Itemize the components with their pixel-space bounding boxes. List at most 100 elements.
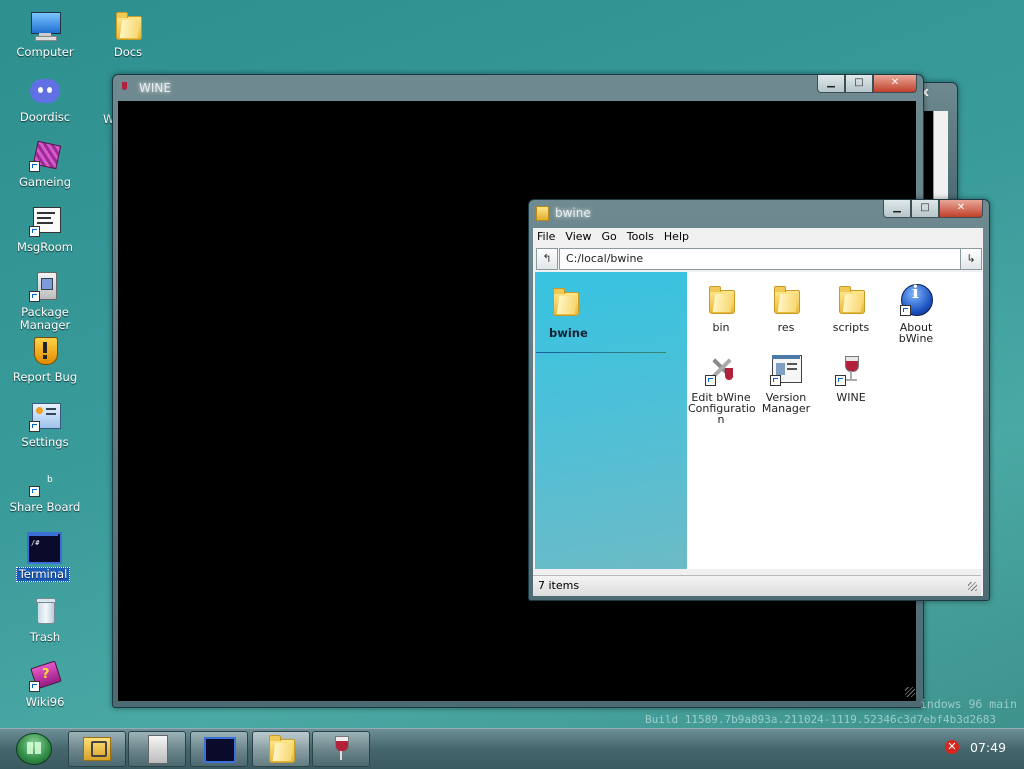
desktop-icon-doordisc[interactable]: Doordisc — [5, 75, 85, 124]
back-button[interactable]: ↰ — [536, 248, 558, 270]
close-button[interactable]: ✕ — [873, 75, 917, 93]
desktop-icon-settings[interactable]: Settings — [5, 400, 85, 449]
go-icon: ↳ — [966, 252, 976, 265]
minimize-button[interactable]: ▁ — [883, 200, 911, 218]
file-item-label: About bWine — [898, 321, 934, 345]
folder-icon — [705, 284, 737, 316]
desktop-icon-label: MsgRoom — [17, 240, 73, 254]
folder-icon — [265, 733, 297, 765]
minimize-button[interactable]: ▁ — [817, 75, 845, 93]
desktop-icon-label: Settings — [21, 435, 69, 449]
desktop-icon-label: Package Manager — [19, 305, 71, 332]
settings-panel-icon — [29, 400, 61, 432]
file-item-scripts[interactable]: scripts — [818, 284, 884, 333]
file-item-label: bin — [712, 321, 730, 334]
taskbar-button-package-manager[interactable] — [68, 731, 126, 767]
file-item-label: scripts — [832, 321, 870, 334]
taskbar-button-package[interactable] — [128, 731, 186, 767]
status-text: 7 items — [538, 579, 580, 592]
maximize-icon: □ — [854, 77, 864, 88]
desktop-icon-label: Computer — [16, 45, 74, 59]
share-icon: b — [29, 465, 61, 497]
terminal-icon — [204, 737, 236, 763]
desktop-icon-msgroom[interactable]: MsgRoom — [5, 205, 85, 254]
menu-view[interactable]: View — [561, 229, 597, 245]
desktop-icon-label: Trash — [29, 630, 61, 644]
trash-icon — [29, 595, 61, 627]
file-item-wine[interactable]: WINE — [818, 354, 884, 403]
desktop-icon-report-bug[interactable]: Report Bug — [5, 335, 85, 384]
menu-help[interactable]: Help — [660, 229, 695, 245]
wine-titlebar[interactable]: WINE ▁ □ ✕ — [113, 75, 923, 99]
tools-icon — [705, 354, 737, 386]
menu-bar: File View Go Tools Help — [533, 229, 981, 245]
desktop-icon-label: Docs — [113, 45, 143, 59]
desktop-icon-terminal[interactable]: /# Terminal — [3, 531, 83, 582]
address-bar[interactable]: C:/local/bwine — [559, 248, 963, 270]
menu-tools[interactable]: Tools — [623, 229, 660, 245]
wine-glass-icon — [335, 736, 349, 752]
resize-grip-icon[interactable] — [905, 687, 915, 697]
folder-icon — [770, 284, 802, 316]
explorer-sidebar: bwine — [535, 272, 687, 569]
desktop-icon-gameing[interactable]: Gameing — [5, 140, 85, 189]
close-button[interactable]: ✕ — [939, 200, 983, 218]
file-item-label: Edit bWine Configuratio n — [688, 391, 756, 426]
shield-warning-icon — [29, 335, 61, 367]
info-icon: i — [900, 284, 933, 316]
taskbar-button-wine[interactable] — [312, 731, 370, 767]
background-window-scrollbar[interactable] — [933, 111, 948, 201]
maximize-button[interactable]: □ — [845, 75, 873, 93]
status-bar: 7 items — [533, 575, 981, 596]
file-item-res[interactable]: res — [753, 284, 819, 333]
computer-icon — [29, 10, 61, 42]
file-item-version-manager[interactable]: Version Manager — [753, 354, 819, 414]
package-icon — [29, 270, 61, 302]
wine-glass-stem — [340, 751, 342, 760]
menu-file[interactable]: File — [533, 229, 561, 245]
taskbar-button-terminal[interactable] — [190, 731, 248, 767]
folder-icon — [549, 286, 581, 318]
start-button[interactable] — [16, 733, 52, 765]
menu-go[interactable]: Go — [598, 229, 623, 245]
desktop-icon-package-manager[interactable]: Package Manager — [5, 270, 85, 332]
tools-icon — [91, 741, 107, 757]
desktop-icon-computer[interactable]: Computer — [5, 10, 85, 59]
file-item-edit-bwine-configuration[interactable]: Edit bWine Configuratio n — [688, 354, 756, 426]
minimize-icon: ▁ — [893, 202, 901, 213]
file-item-bin[interactable]: bin — [688, 284, 754, 333]
go-button[interactable]: ↳ — [960, 248, 982, 270]
maximize-button[interactable]: □ — [911, 200, 939, 218]
wine-window-controls: ▁ □ ✕ — [817, 75, 917, 93]
desktop-icon-label: Gameing — [18, 175, 72, 189]
file-item-about-bwine[interactable]: i About bWine — [883, 284, 949, 345]
cube-icon — [29, 140, 62, 172]
file-item-label: Version Manager — [761, 391, 811, 415]
desktop-icon-wiki96[interactable]: ? Wiki96 — [5, 660, 85, 709]
wine-glass-icon — [122, 82, 127, 90]
package-icon — [148, 735, 168, 764]
desktop-icon-label: Doordisc — [19, 110, 71, 124]
explorer-window-title: bwine — [555, 206, 591, 220]
desktop-icon-share-board[interactable]: b Share Board — [5, 465, 85, 514]
explorer-window[interactable]: bwine ▁ □ ✕ File View Go Tools Help ↰ C:… — [528, 199, 990, 601]
folder-icon — [112, 10, 144, 42]
folder-icon — [536, 206, 549, 221]
desktop-icon-trash[interactable]: Trash — [5, 595, 85, 644]
explorer-titlebar[interactable]: bwine ▁ □ ✕ — [529, 200, 989, 224]
sidebar-title: bwine — [549, 326, 588, 340]
resize-grip-icon[interactable] — [968, 582, 977, 591]
error-tray-icon[interactable]: ✕ — [945, 740, 959, 754]
desktop-icon-label: Wiki96 — [25, 695, 65, 709]
chat-window-icon — [29, 205, 61, 237]
minimize-icon: ▁ — [827, 77, 835, 88]
desktop-icon-docs[interactable]: Docs — [88, 10, 168, 59]
back-icon: ↰ — [542, 252, 552, 265]
taskbar-clock[interactable]: 07:49 — [970, 740, 1006, 755]
wine-window-title: WINE — [139, 81, 171, 95]
taskbar-button-explorer[interactable] — [252, 731, 310, 767]
windows-logo-icon — [27, 742, 41, 754]
watermark-line-2: Build 11589.7b9a893a.211024-1119.52346c3… — [645, 713, 996, 726]
desktop-icon-label: Share Board — [9, 500, 81, 514]
book-icon: ? — [29, 660, 62, 692]
